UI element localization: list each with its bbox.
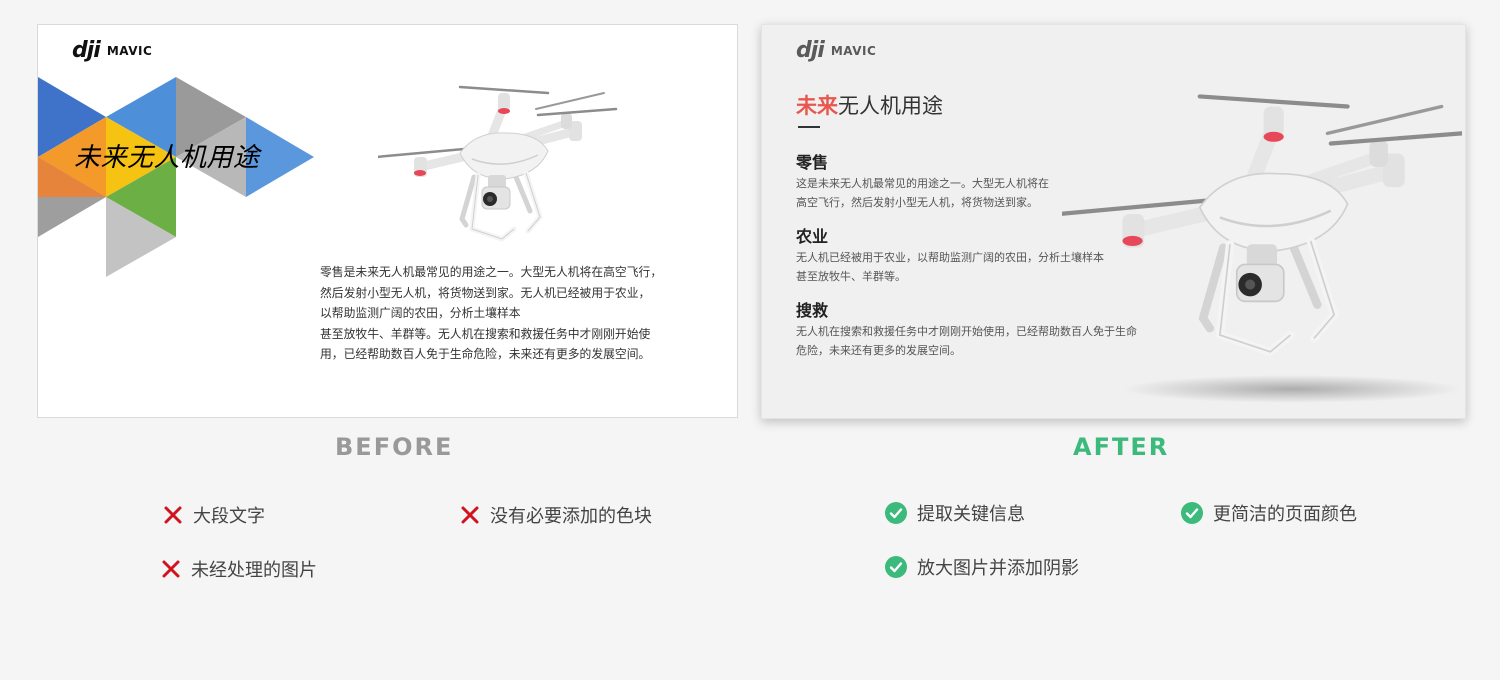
after-slide: dji MAVIC 未来无人机用途 零售 这是未来无人机最常见的用途之一。大型无… — [761, 24, 1466, 419]
mavic-logo-text: MAVIC — [106, 44, 153, 58]
check-circle-icon — [885, 502, 907, 524]
note-text: 放大图片并添加阴影 — [917, 558, 1079, 579]
note-text: 大段文字 — [193, 506, 265, 527]
section-heading-retail: 零售 — [796, 153, 829, 172]
section-text-agriculture: 无人机已经被用于农业，以帮助监测广阔的农田，分析土壤样本 甚至放牧牛、羊群等。 — [796, 248, 1104, 286]
dji-logo-mark: dji — [72, 38, 101, 63]
dji-logo-mark: dji — [796, 38, 825, 63]
decorative-triangles — [38, 77, 314, 277]
check-circle-icon — [1181, 502, 1203, 524]
before-note: 未经处理的图片 — [161, 556, 317, 582]
drone-image — [378, 79, 618, 249]
cross-icon — [461, 506, 479, 524]
title-accent: 未来 — [796, 94, 838, 118]
after-label: AFTER — [1073, 433, 1170, 461]
drone-shadow — [1122, 375, 1462, 403]
body-line: 以帮助监测广阔的农田，分析土壤样本 — [320, 306, 521, 320]
after-title: 未来无人机用途 — [796, 90, 943, 120]
cross-icon — [162, 560, 180, 578]
section-heading-rescue: 搜救 — [796, 301, 829, 320]
before-body-text: 零售是未来无人机最常见的用途之一。大型无人机将在高空飞行， 然后发射小型无人机，… — [320, 262, 710, 365]
title-underline — [798, 126, 820, 128]
section-text-retail: 这是未来无人机最常见的用途之一。大型无人机将在 高空飞行，然后发射小型无人机，将… — [796, 174, 1049, 212]
section-line: 无人机已经被用于农业，以帮助监测广阔的农田，分析土壤样本 — [796, 251, 1104, 264]
note-text: 未经处理的图片 — [191, 560, 317, 581]
before-title: 未来无人机用途 — [74, 143, 260, 173]
body-line: 用，已经帮助数百人免于生命危险，未来还有更多的发展空间。 — [320, 347, 651, 361]
note-text: 没有必要添加的色块 — [490, 506, 652, 527]
section-line: 甚至放牧牛、羊群等。 — [796, 270, 906, 283]
before-slide: dji MAVIC 未来无人机用途 零售是未来无人机最常见的用途之一。大型无人机… — [37, 24, 738, 418]
section-line: 这是未来无人机最常见的用途之一。大型无人机将在 — [796, 177, 1049, 190]
body-line: 零售是未来无人机最常见的用途之一。大型无人机将在高空飞行， — [320, 265, 663, 279]
section-line: 高空飞行，然后发射小型无人机，将货物送到家。 — [796, 196, 1038, 209]
before-label: BEFORE — [335, 433, 454, 461]
after-note: 放大图片并添加阴影 — [885, 554, 1079, 580]
mavic-logo-text: MAVIC — [830, 44, 877, 58]
body-line: 然后发射小型无人机，将货物送到家。无人机已经被用于农业， — [320, 285, 651, 300]
after-note: 提取关键信息 — [885, 500, 1025, 526]
note-text: 更简洁的页面颜色 — [1213, 504, 1357, 525]
dji-mavic-logo: dji MAVIC — [796, 40, 876, 62]
before-note: 大段文字 — [163, 502, 265, 528]
body-line: 甚至放牧牛、羊群等。无人机在搜索和救援任务中才刚刚开始使 — [320, 326, 651, 341]
title-rest: 无人机用途 — [838, 94, 943, 118]
before-note: 没有必要添加的色块 — [460, 502, 652, 528]
check-circle-icon — [885, 556, 907, 578]
note-text: 提取关键信息 — [917, 504, 1025, 525]
dji-mavic-logo: dji MAVIC — [72, 40, 152, 62]
after-note: 更简洁的页面颜色 — [1181, 500, 1357, 526]
section-heading-agriculture: 农业 — [796, 227, 829, 246]
drone-image-large — [1062, 83, 1462, 403]
cross-icon — [164, 506, 182, 524]
